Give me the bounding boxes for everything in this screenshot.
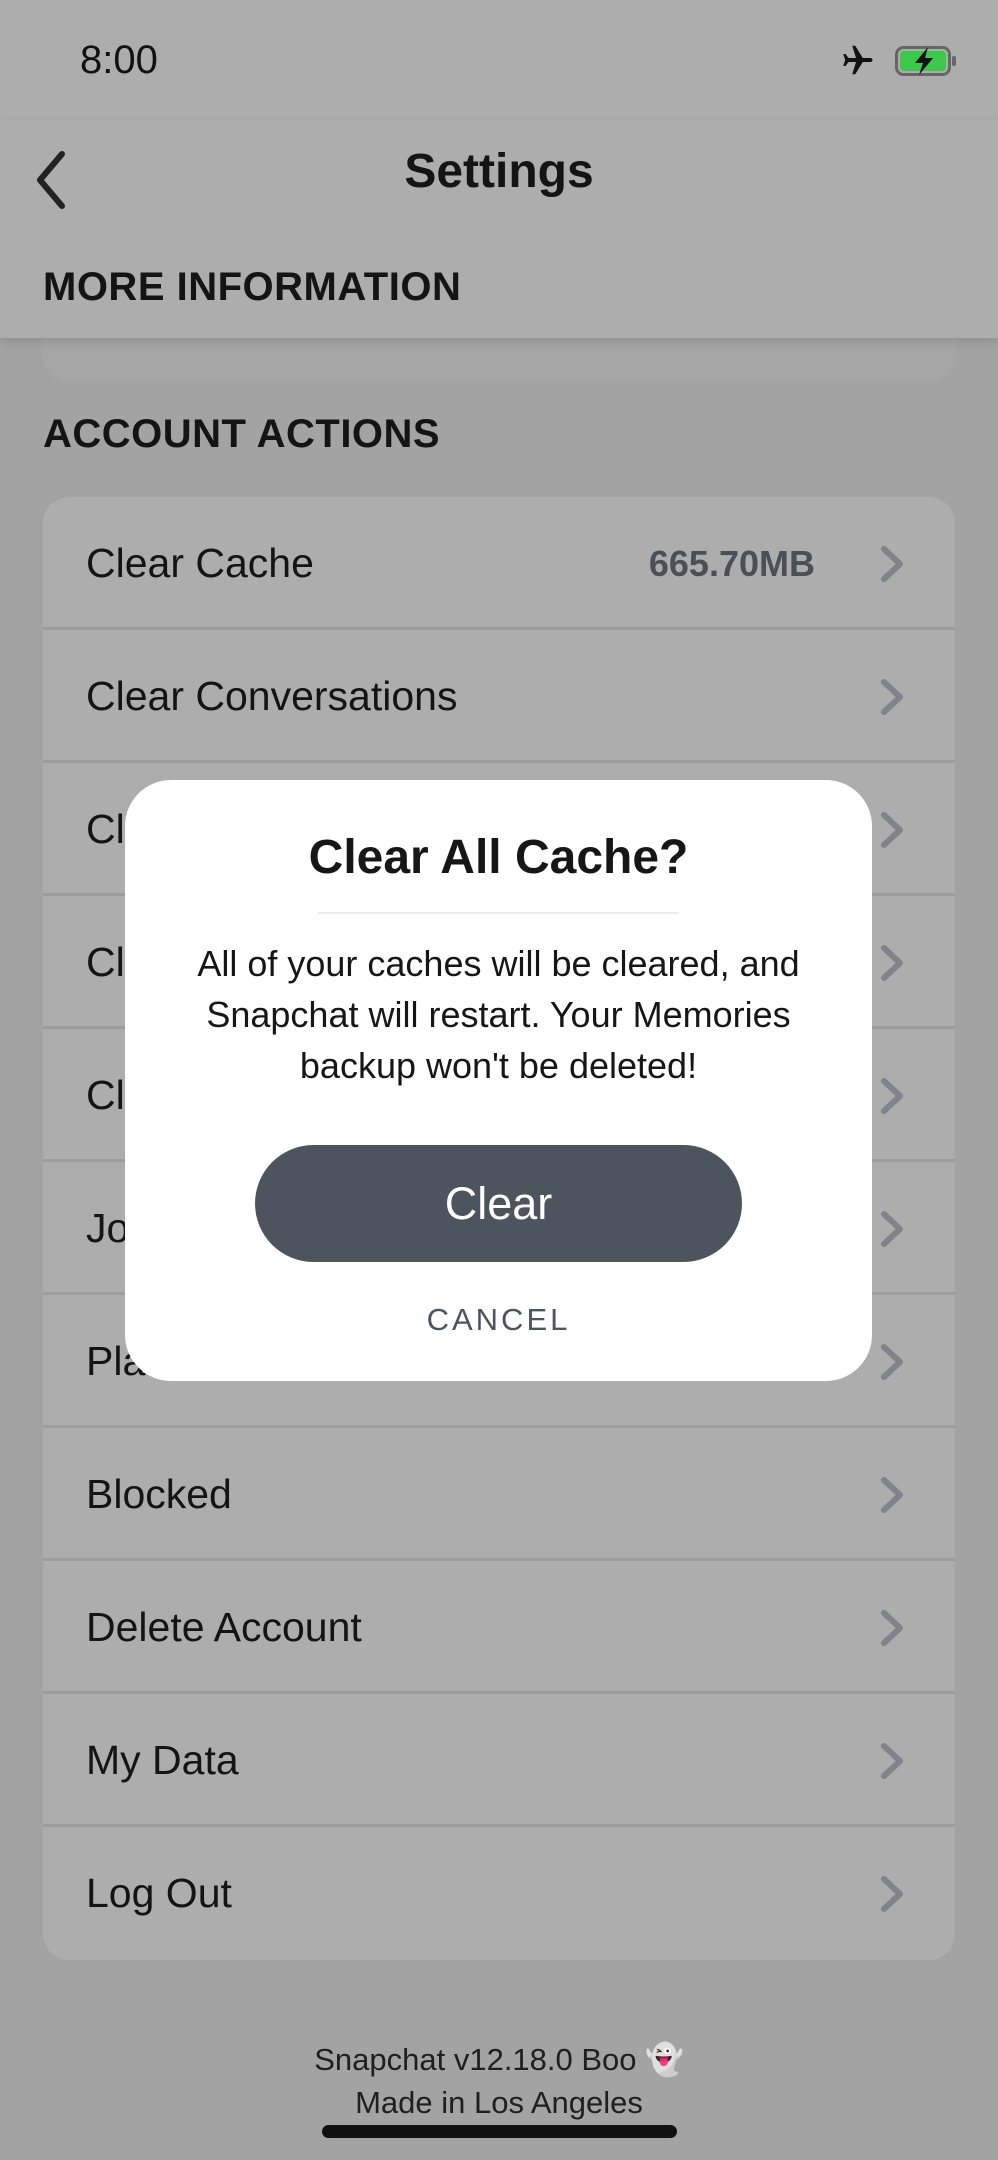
section-header-more-information: MORE INFORMATION [43,265,462,309]
settings-row-label: Log Out [86,1870,232,1916]
clear-button[interactable]: Clear [255,1145,742,1262]
settings-row[interactable]: Clear Cache 665.70MB [43,497,955,630]
settings-row-label: My Data [86,1737,239,1783]
chevron-right-icon [881,1743,903,1779]
settings-row-label: Jo [86,1205,130,1251]
settings-row-label: Blocked [86,1471,232,1517]
battery-charging-icon [895,46,956,76]
app-version: Snapchat v12.18.0 Boo 👻 [314,2042,684,2077]
airplane-icon [843,45,873,75]
chevron-right-icon [881,812,903,848]
settings-row[interactable]: My Data [43,1694,955,1827]
made-in-label: Made in Los Angeles [355,2085,643,2120]
chevron-right-icon [881,945,903,981]
dialog-title: Clear All Cache? [308,831,689,884]
cache-size-value: 665.70MB [648,543,815,584]
chevron-right-icon [881,1211,903,1247]
chevron-right-icon [881,1344,903,1380]
section-header-account-actions: ACCOUNT ACTIONS [43,412,441,456]
settings-row-label: Clear Cache [86,540,314,586]
settings-row-label: Cl [86,1072,125,1118]
settings-row-label: Cl [86,939,125,985]
page-title: Settings [404,145,594,198]
settings-row-label: Clear Conversations [86,673,458,719]
settings-row-label: Delete Account [86,1604,362,1650]
settings-row[interactable]: Delete Account [43,1561,955,1694]
dialog-divider [318,912,679,914]
cancel-button[interactable]: CANCEL [125,1302,872,1338]
settings-row-label: Cl [86,806,125,852]
status-bar: 8:00 [0,0,998,120]
chevron-right-icon [881,1610,903,1646]
chevron-right-icon [881,1078,903,1114]
chevron-right-icon [881,546,903,582]
dialog-message: All of your caches will be cleared, and … [197,943,800,1086]
chevron-right-icon [881,1876,903,1912]
chevron-right-icon [881,1477,903,1513]
settings-row[interactable]: Log Out [43,1827,955,1960]
settings-row[interactable]: Clear Conversations [43,630,955,763]
header: Settings MORE INFORMATION [0,120,998,338]
home-indicator[interactable] [322,2125,677,2138]
status-time: 8:00 [80,38,158,82]
chevron-right-icon [881,679,903,715]
settings-row[interactable]: Blocked [43,1428,955,1561]
clear-cache-dialog: Clear All Cache? All of your caches will… [125,780,872,1381]
